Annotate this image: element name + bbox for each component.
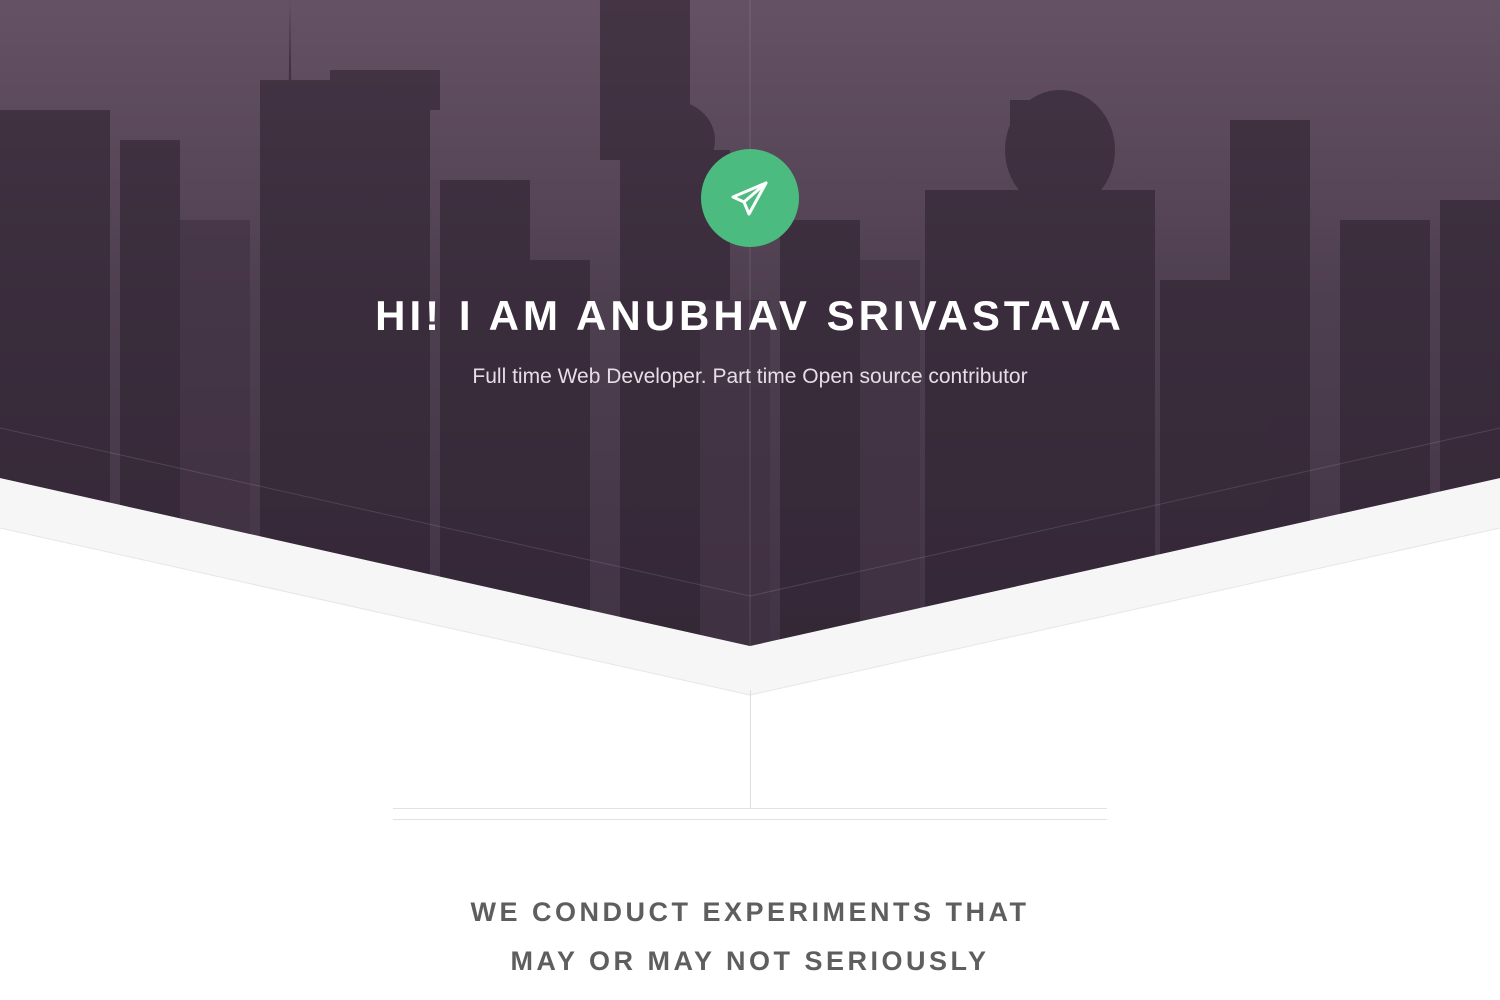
hero-title: Hi! I am Anubhav Srivastava <box>375 292 1125 339</box>
section-heading-line-2: MAY OR MAY NOT SERIOUSLY <box>510 946 990 976</box>
paper-plane-icon <box>731 181 768 216</box>
section-heading-line-3: BREAK THE UNIVERSE <box>393 986 1107 1000</box>
paper-plane-icon-badge <box>701 149 799 247</box>
hero-subtitle: Full time Web Developer. Part time Open … <box>472 365 1028 388</box>
section-divider-top <box>393 808 1107 809</box>
section-heading-line-1: WE CONDUCT EXPERIMENTS THAT <box>470 897 1030 927</box>
page: Hi! I am Anubhav Srivastava Full time We… <box>0 0 1500 1000</box>
section-heading: WE CONDUCT EXPERIMENTS THAT MAY OR MAY N… <box>393 888 1107 1000</box>
section-divider-bottom <box>393 819 1107 820</box>
center-divider-line <box>750 690 751 808</box>
